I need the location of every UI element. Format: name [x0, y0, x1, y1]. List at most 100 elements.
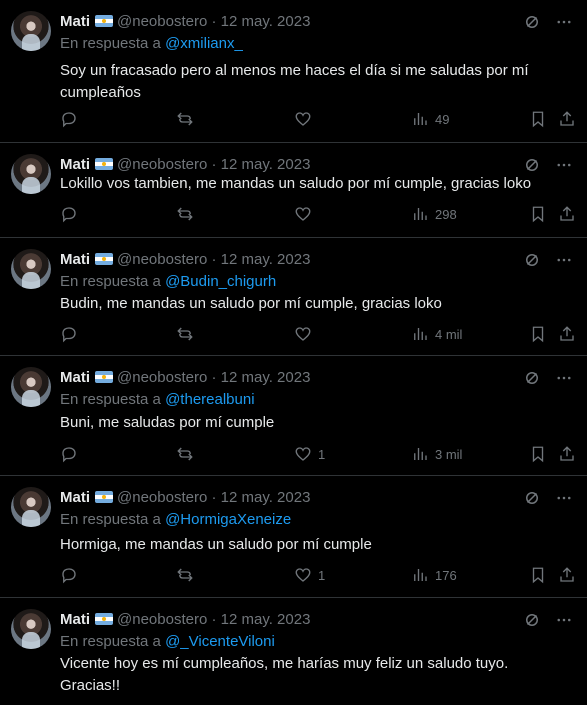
author-name[interactable]: Mati: [60, 251, 90, 268]
tweet[interactable]: Mati @neobostero · 12 may. 2023 En respue…: [0, 598, 587, 705]
author-handle[interactable]: @neobostero: [117, 13, 207, 30]
reply-button[interactable]: [60, 565, 78, 585]
view-count: 176: [435, 567, 457, 583]
retweet-button[interactable]: [176, 565, 194, 585]
tweet-date[interactable]: · 12 may. 2023: [211, 489, 310, 506]
more-icon[interactable]: [555, 489, 573, 507]
author-name[interactable]: Mati: [60, 13, 90, 30]
reply-prefix: En respuesta a: [60, 633, 161, 650]
share-icon: [560, 326, 574, 341]
tweet[interactable]: Mati @neobostero · 12 may. 2023 En respue…: [0, 356, 587, 476]
tweet-date[interactable]: · 12 may. 2023: [211, 156, 310, 173]
bookmark-button[interactable]: [529, 444, 547, 464]
reply-button[interactable]: [60, 109, 78, 129]
share-button[interactable]: [558, 204, 576, 224]
more-icon[interactable]: [555, 13, 573, 31]
reply-button[interactable]: [60, 324, 78, 344]
tweet[interactable]: Mati @neobostero · 12 may. 2023 En respue…: [0, 238, 587, 356]
bookmark-button[interactable]: [529, 324, 547, 344]
reply-button[interactable]: [60, 444, 78, 464]
tweet-date[interactable]: · 12 may. 2023: [211, 369, 310, 386]
heart-icon: [295, 568, 311, 582]
grok-icon[interactable]: [523, 369, 541, 387]
reply-to-link[interactable]: @xmilianx_: [165, 35, 243, 52]
views-button[interactable]: 3 mil: [411, 444, 462, 464]
more-icon[interactable]: [555, 369, 573, 387]
tweet[interactable]: Mati @neobostero · 12 may. 2023 Lokillo v…: [0, 143, 587, 238]
avatar[interactable]: [11, 487, 51, 527]
reply-button[interactable]: [60, 204, 78, 224]
share-button[interactable]: [558, 565, 576, 585]
avatar[interactable]: [11, 609, 51, 649]
tweet-actions: 298: [60, 204, 585, 224]
grok-icon[interactable]: [523, 489, 541, 507]
author-handle[interactable]: @neobostero: [117, 251, 207, 268]
like-button[interactable]: 1: [294, 565, 325, 585]
like-button[interactable]: [294, 324, 318, 344]
author-name[interactable]: Mati: [60, 156, 90, 173]
more-icon[interactable]: [555, 611, 573, 629]
tweet[interactable]: Mati @neobostero · 12 may. 2023 En respue…: [0, 476, 587, 598]
author-name[interactable]: Mati: [60, 611, 90, 628]
view-count: 49: [435, 111, 450, 127]
retweet-icon: [177, 327, 193, 341]
retweet-icon: [177, 112, 193, 126]
views-icon: [414, 569, 427, 581]
author-name[interactable]: Mati: [60, 489, 90, 506]
reply-context: En respuesta a @therealbuni: [60, 390, 255, 410]
view-count: 4 mil: [435, 326, 463, 342]
reply-to-link[interactable]: @therealbuni: [165, 391, 254, 408]
like-button[interactable]: [294, 109, 318, 129]
tweet-top-actions: [523, 610, 573, 630]
author-handle[interactable]: @neobostero: [117, 369, 207, 386]
retweet-button[interactable]: [176, 444, 194, 464]
tweet-date[interactable]: · 12 may. 2023: [211, 611, 310, 628]
avatar[interactable]: [11, 367, 51, 407]
tweet-date[interactable]: · 12 may. 2023: [211, 251, 310, 268]
share-button[interactable]: [558, 324, 576, 344]
views-button[interactable]: 49: [411, 109, 449, 129]
tweet-text: Hormiga, me mandas un saludo por mí cump…: [60, 536, 372, 553]
like-button[interactable]: 1: [294, 444, 325, 464]
tweet-date[interactable]: · 12 may. 2023: [211, 13, 310, 30]
views-button[interactable]: 4 mil: [411, 324, 462, 344]
views-icon: [414, 113, 427, 125]
avatar[interactable]: [11, 154, 51, 194]
retweet-button[interactable]: [176, 109, 194, 129]
avatar[interactable]: [11, 11, 51, 51]
views-button[interactable]: 298: [411, 204, 457, 224]
views-button[interactable]: 176: [411, 565, 457, 585]
reply-to-link[interactable]: @Budin_chigurh: [165, 273, 276, 290]
author-name[interactable]: Mati: [60, 369, 90, 386]
retweet-button[interactable]: [176, 204, 194, 224]
author-handle[interactable]: @neobostero: [117, 489, 207, 506]
grok-icon[interactable]: [523, 251, 541, 269]
author-handle[interactable]: @neobostero: [117, 611, 207, 628]
more-icon[interactable]: [555, 156, 573, 174]
share-button[interactable]: [558, 444, 576, 464]
retweet-button[interactable]: [176, 324, 194, 344]
reply-to-link[interactable]: @HormigaXeneize: [165, 511, 291, 528]
avatar[interactable]: [11, 249, 51, 289]
views-icon: [414, 328, 427, 340]
tweet-top-actions: [523, 250, 573, 270]
author-handle[interactable]: @neobostero: [117, 156, 207, 173]
reply-prefix: En respuesta a: [60, 273, 161, 290]
argentina-flag-icon: [95, 371, 113, 383]
bookmark-button[interactable]: [529, 204, 547, 224]
reply-to-link[interactable]: @_VicenteViloni: [165, 633, 275, 650]
grok-icon[interactable]: [523, 13, 541, 31]
like-button[interactable]: [294, 204, 318, 224]
tweet-text: Soy un fracasado pero al menos me haces …: [60, 62, 529, 101]
more-icon[interactable]: [555, 251, 573, 269]
share-button[interactable]: [558, 109, 576, 129]
bookmark-button[interactable]: [529, 109, 547, 129]
tweet[interactable]: Mati @neobostero · 12 may. 2023 En respue…: [0, 0, 587, 143]
tweet-top-actions: [523, 12, 573, 32]
bookmark-button[interactable]: [529, 565, 547, 585]
reply-context: En respuesta a @HormigaXeneize: [60, 510, 291, 530]
grok-icon[interactable]: [523, 611, 541, 629]
share-icon: [560, 567, 574, 582]
grok-icon[interactable]: [523, 156, 541, 174]
view-count: 3 mil: [435, 446, 463, 462]
